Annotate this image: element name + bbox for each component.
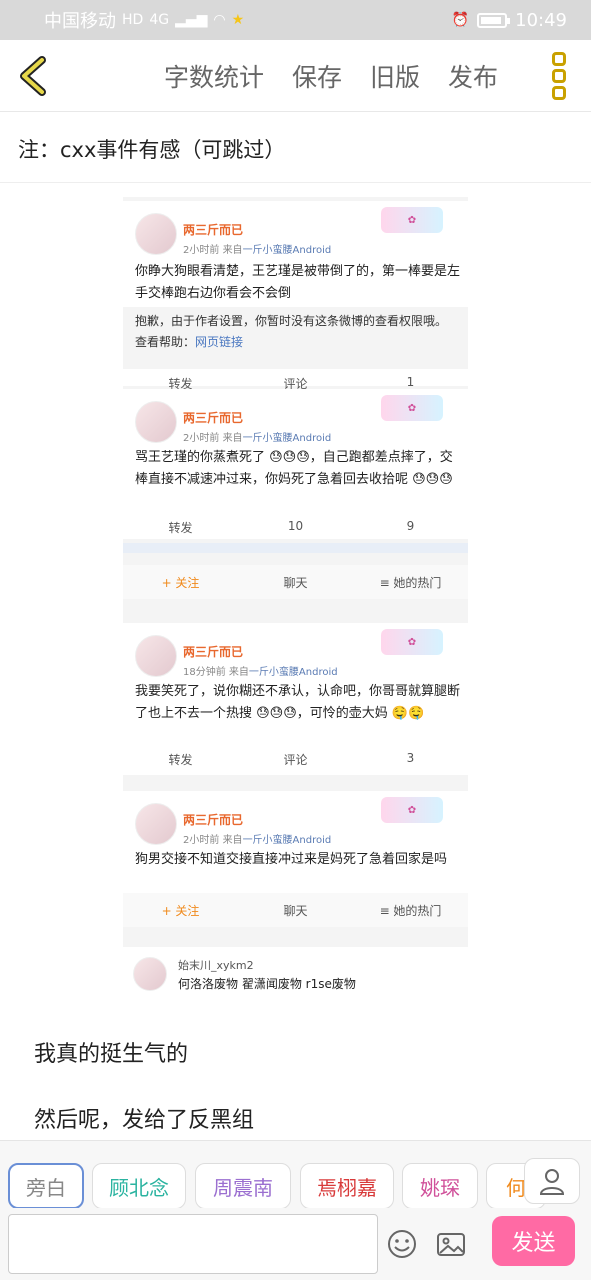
avatar [135,213,177,255]
hot-button: ≡ 她的热门 [379,575,442,590]
post-username: 两三斤而已 [183,645,244,659]
post-username: 两三斤而已 [183,223,244,237]
weibo-post: 两三斤而已 18分钟前 来自一斤小蛮腰Android ✿ 我要笑死了，说你糊还不… [123,623,468,775]
old-version-button[interactable]: 旧版 [370,58,420,94]
character-chip[interactable]: 焉栩嘉 [300,1163,394,1209]
image-icon[interactable] [435,1228,467,1260]
post-meta: 18分钟前 来自一斤小蛮腰Android [183,667,338,678]
battery-icon [477,12,511,28]
story-paragraph: 我真的挺生气的 [34,1042,189,1067]
story-paragraph: 然后呢，发给了反黑组 [34,1108,255,1133]
post-actions: 转发 评论 3 [123,751,468,779]
embedded-screenshot: 两三斤而已 2小时前 来自一斤小蛮腰Android ✿ 你睁大狗眼看清楚，王艺瑾… [123,183,468,1005]
comment-username: 始末川_xykm2 [178,959,254,972]
post-meta: 2小时前 来自一斤小蛮腰Android [183,245,332,256]
repost-button: 转发 [168,753,193,767]
publish-button[interactable]: 发布 [448,58,498,94]
avatar [135,401,177,443]
message-input-bar: 发送 [0,1208,591,1280]
star-icon: ★ [231,12,245,28]
character-chip[interactable]: 姚琛 [402,1163,478,1209]
post-text: 骂王艺瑾的你蒸煮死了 😓😓😓，自己跑都差点摔了，交棒直接不减速冲过来，你妈死了急… [135,450,453,487]
post-text: 狗男交接不知道交接直接冲过来是妈死了急着回家是吗 [135,852,448,867]
post-meta: 2小时前 来自一斤小蛮腰Android [183,835,332,846]
quoted-post: 抱歉，由于作者设置，你暂时没有这条微博的查看权限哦。查看帮助：网页链接 [123,307,468,369]
weibo-post: 两三斤而已 2小时前 来自一斤小蛮腰Android ✿ 骂王艺瑾的你蒸煮死了 😓… [123,389,468,539]
post-username: 两三斤而已 [183,411,244,425]
post-text: 你睁大狗眼看清楚，王艺瑾是被带倒了的，第一棒要是左手交棒跑右边你看会不会倒 [135,264,461,301]
comment-item: 始末川_xykm2 何洛洛废物 翟潇闻废物 r1se废物 [123,947,468,1005]
badge-image: ✿ [381,207,443,233]
weibo-post: 两三斤而已 2小时前 来自一斤小蛮腰Android ✿ 你睁大狗眼看清楚，王艺瑾… [123,201,468,391]
back-icon[interactable] [14,54,54,98]
avatar [133,957,167,991]
person-icon [539,1169,565,1195]
follow-bar: + 关注 聊天 ≡ 她的热门 [123,565,468,599]
character-manage-button[interactable] [524,1158,580,1204]
hot-button: ≡ 她的热门 [379,903,442,918]
badge-image: ✿ [381,629,443,655]
save-button[interactable]: 保存 [292,58,342,94]
hd-icon: HD [122,12,144,28]
follow-button: + 关注 [161,903,200,918]
comment-button: 评论 [283,753,308,767]
follow-bar: + 关注 聊天 ≡ 她的热门 [123,893,468,927]
collapsed-row [123,543,468,553]
avatar [135,635,177,677]
like-count: 3 [406,751,415,765]
character-selector: 旁白 顾北念 周震南 焉栩嘉 姚琛 何 [0,1140,591,1209]
post-text: 我要笑死了，说你糊还不承认，认命吧，你哥哥就算腿断了也上不去一个热搜 😓😓😓，可… [135,684,461,721]
post-meta: 2小时前 来自一斤小蛮腰Android [183,433,332,444]
badge-image: ✿ [381,797,443,823]
chat-button: 聊天 [283,903,308,918]
status-bar: 中国移动 HD 4G ▂▄▆ ◠ ★ ⏰ 10:49 [0,0,591,40]
send-button[interactable]: 发送 [492,1216,575,1266]
wifi-icon: ◠ [213,12,226,28]
chapter-note: 注：cxx事件有感（可跳过） [18,138,286,162]
weibo-post: 两三斤而已 2小时前 来自一斤小蛮腰Android ✿ 狗男交接不知道交接直接冲… [123,791,468,895]
network-label: 4G [149,12,170,28]
more-menu-icon[interactable] [548,52,570,100]
emoji-icon[interactable] [386,1228,418,1260]
comment-text: 何洛洛废物 翟潇闻废物 r1se废物 [178,977,356,991]
partial-action-row [123,183,468,197]
message-input[interactable] [8,1214,378,1274]
web-link[interactable]: 网页链接 [195,335,243,349]
clock: 10:49 [515,9,567,31]
word-count-button[interactable]: 字数统计 [164,58,264,94]
chat-button: 聊天 [283,575,308,590]
badge-image: ✿ [381,395,443,421]
avatar [135,803,177,845]
character-chip[interactable]: 周震南 [195,1163,291,1209]
post-username: 两三斤而已 [183,813,244,827]
carrier-label: 中国移动 [44,11,116,32]
editor-toolbar: 字数统计 保存 旧版 发布 [0,40,591,112]
follow-button: + 关注 [161,575,200,590]
alarm-icon: ⏰ [451,12,470,28]
character-chip[interactable]: 顾北念 [92,1163,186,1209]
character-chip-narrator[interactable]: 旁白 [8,1163,84,1209]
signal-icon: ▂▄▆ [175,12,208,28]
